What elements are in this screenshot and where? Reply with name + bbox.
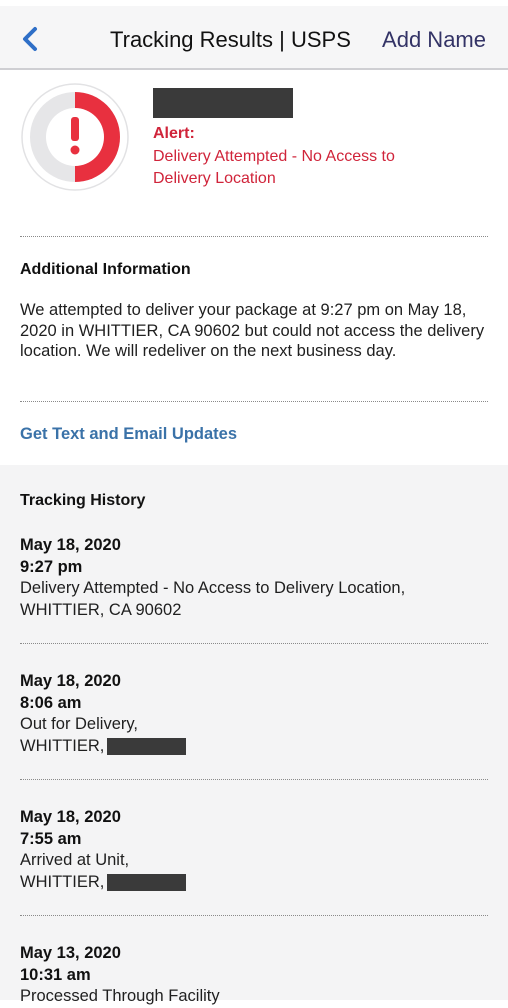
entry-location: WHITTIER, [20, 872, 488, 894]
entry-time: 8:06 am [20, 694, 82, 712]
entry-location: WHITTIER, [20, 736, 488, 758]
entry-event: Out for Delivery, [20, 715, 138, 733]
divider [20, 779, 488, 780]
tracking-history-heading: Tracking History [20, 492, 146, 509]
entry-date: May 13, 2020 [20, 944, 121, 962]
divider [20, 643, 488, 644]
additional-info-text: We attempted to deliver your package at … [20, 301, 485, 360]
chevron-left-icon [23, 27, 37, 51]
history-entry: May 13, 2020 10:31 am Processed Through … [20, 942, 488, 1008]
redacted-tracking-number [153, 88, 293, 118]
entry-event: Delivery Attempted - No Access to Delive… [20, 579, 406, 597]
entry-event: Processed Through Facility [20, 987, 220, 1005]
page-title: Tracking Results | USPS [110, 27, 351, 52]
status-strip [0, 0, 508, 6]
redacted-location [107, 873, 187, 891]
history-entry: May 18, 2020 7:55 am Arrived at Unit, WH… [20, 806, 488, 893]
add-name-button[interactable]: Add Name [382, 27, 486, 53]
history-entry: May 18, 2020 8:06 am Out for Delivery, W… [20, 670, 488, 757]
entry-time: 7:55 am [20, 830, 82, 848]
entry-time: 9:27 pm [20, 558, 83, 576]
alert-label: Alert: [153, 125, 195, 142]
tracking-history-section: Tracking History May 18, 2020 9:27 pm De… [0, 465, 508, 1005]
nav-bar: Tracking Results | USPS Add Name [0, 0, 508, 70]
entry-date: May 18, 2020 [20, 808, 121, 826]
entry-date: May 18, 2020 [20, 536, 121, 554]
entry-location-text: WHITTIER, [20, 872, 105, 891]
divider [20, 401, 488, 402]
get-updates-link[interactable]: Get Text and Email Updates [20, 425, 237, 444]
divider [20, 236, 488, 237]
entry-location: WHITTIER, CA 90602 [20, 600, 488, 622]
divider [20, 915, 488, 916]
entry-date: May 18, 2020 [20, 672, 121, 690]
entry-time: 10:31 am [20, 966, 91, 984]
entry-location-text: WHITTIER, CA 90602 [20, 600, 182, 619]
entry-location-text: WHITTIER, [20, 736, 105, 755]
back-button[interactable] [16, 24, 46, 54]
alert-status-icon [21, 83, 129, 191]
entry-event: Arrived at Unit, [20, 851, 130, 869]
history-entry: May 18, 2020 9:27 pm Delivery Attempted … [20, 534, 488, 621]
additional-info-heading: Additional Information [20, 261, 191, 278]
redacted-location [107, 737, 187, 755]
alert-message: Delivery Attempted - No Access to Delive… [153, 148, 395, 187]
